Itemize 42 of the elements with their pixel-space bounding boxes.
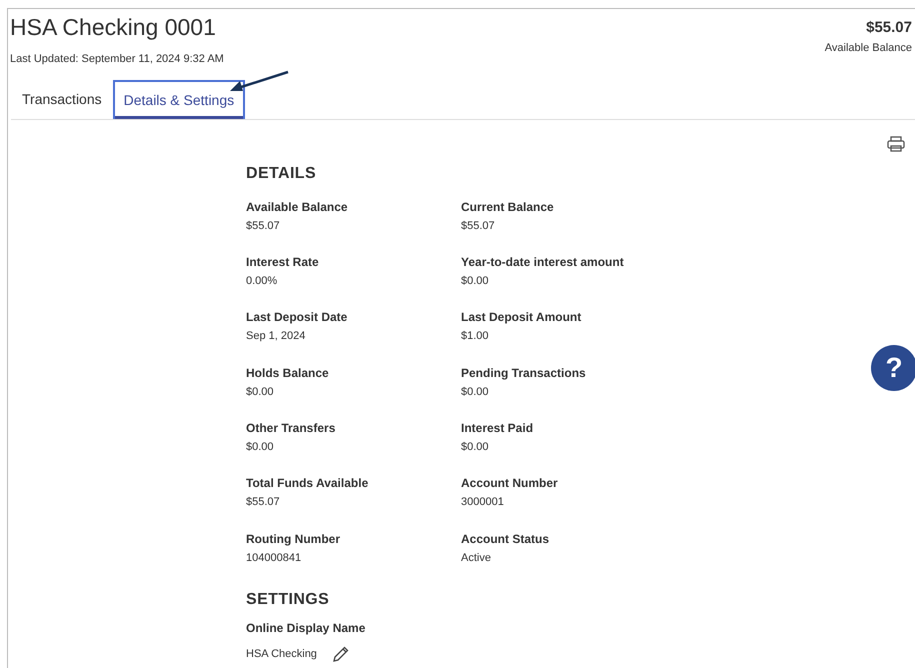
account-title: HSA Checking 0001 xyxy=(10,13,217,42)
field-value: $0.00 xyxy=(461,440,490,456)
field-value: 0.00% xyxy=(246,274,278,289)
field-value: HSA Checking xyxy=(246,646,317,662)
field-label: Online Display Name xyxy=(246,620,366,638)
balance-amount: $55.07 xyxy=(866,18,912,38)
printer-icon[interactable] xyxy=(887,136,905,152)
field-value: $55.07 xyxy=(246,218,281,234)
field-label: Other Transfers xyxy=(246,420,336,436)
field-label: Current Balance xyxy=(461,198,555,214)
field-value: $55.07 xyxy=(246,495,281,510)
field-label: Interest Rate xyxy=(246,254,320,270)
field-label: Last Deposit Date xyxy=(246,309,348,326)
field-label: Total Funds Available xyxy=(246,475,370,492)
field-value: $0.00 xyxy=(246,440,275,456)
tab[interactable]: Details & Settings xyxy=(112,80,246,118)
field-label: Account Status xyxy=(461,530,550,547)
field-label: Last Deposit Amount xyxy=(461,309,582,326)
field-value: 3000001 xyxy=(461,495,505,510)
field-label: Routing Number xyxy=(246,530,341,547)
field-value: Sep 1, 2024 xyxy=(246,329,306,344)
field-label: Year-to-date interest amount xyxy=(461,254,625,270)
field-value: $1.00 xyxy=(461,329,490,344)
details-heading: DETAILS xyxy=(246,164,318,184)
settings-heading: SETTINGS xyxy=(246,590,330,610)
last-updated: Last Updated: September 11, 2024 9:32 AM xyxy=(10,52,224,67)
field-value: Active xyxy=(461,550,492,566)
field-value: $0.00 xyxy=(246,384,275,400)
field-value: $0.00 xyxy=(461,274,490,289)
tab[interactable]: Transactions xyxy=(11,80,113,118)
field-value: $55.07 xyxy=(461,218,496,234)
field-label: Holds Balance xyxy=(246,364,330,381)
field-label: Interest Paid xyxy=(461,420,534,436)
field-label: Pending Transactions xyxy=(461,364,587,381)
field-value: 104000841 xyxy=(246,550,302,566)
field-value: $0.00 xyxy=(461,384,490,400)
arrow xyxy=(228,70,290,94)
pencil-icon[interactable] xyxy=(332,645,350,664)
help-button[interactable]: ? xyxy=(871,345,915,391)
balance-label: Available Balance xyxy=(824,40,912,56)
field-label: Account Number xyxy=(461,475,559,492)
field-label: Available Balance xyxy=(246,198,349,214)
